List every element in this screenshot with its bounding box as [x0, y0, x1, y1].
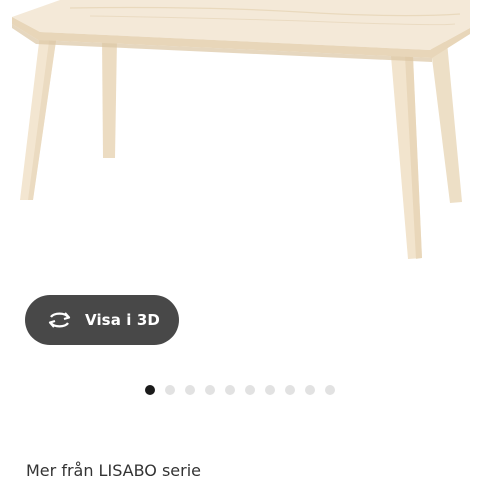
- view-in-3d-label: Visa i 3D: [85, 311, 160, 329]
- carousel-dot[interactable]: [225, 385, 235, 395]
- carousel-dot[interactable]: [245, 385, 255, 395]
- more-from-series-link[interactable]: Mer från LISABO serie: [26, 461, 201, 480]
- carousel-dot[interactable]: [305, 385, 315, 395]
- view-in-3d-button[interactable]: Visa i 3D: [25, 295, 179, 345]
- image-carousel-indicator: [145, 385, 335, 395]
- carousel-dot[interactable]: [265, 385, 275, 395]
- carousel-dot[interactable]: [185, 385, 195, 395]
- carousel-dot[interactable]: [325, 385, 335, 395]
- carousel-dot[interactable]: [165, 385, 175, 395]
- rotate-360-icon: [46, 309, 73, 331]
- carousel-dot[interactable]: [285, 385, 295, 395]
- carousel-dot[interactable]: [205, 385, 215, 395]
- carousel-dot[interactable]: [145, 385, 155, 395]
- product-image[interactable]: [0, 0, 480, 270]
- product-page: Visa i 3D Mer från LISABO serie: [0, 0, 480, 480]
